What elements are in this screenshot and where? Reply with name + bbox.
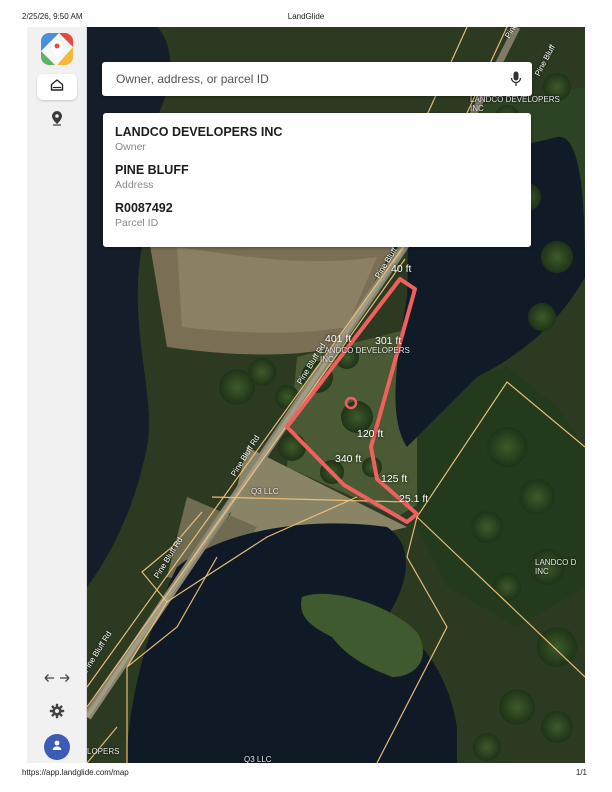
measurement-label: 25.1 ft — [399, 493, 429, 505]
owner-label: LANDCO D INC — [535, 558, 577, 576]
print-page-number: 1/1 — [575, 768, 587, 777]
measurement-label: 301 ft — [375, 335, 402, 347]
settings-button[interactable] — [37, 700, 77, 726]
nav-location-button[interactable] — [37, 107, 77, 133]
owner-label: Q3 LLC — [244, 755, 272, 763]
landglide-logo[interactable] — [41, 33, 73, 65]
address-value: PINE BLUFF — [115, 163, 189, 177]
location-pin-icon — [50, 110, 64, 131]
print-url: https://app.landglide.com/map — [22, 768, 129, 777]
gear-icon — [49, 703, 65, 724]
owner-label: LANDCO DEVELOPERS INC — [470, 95, 560, 113]
expand-arrows-icon — [43, 671, 71, 690]
sidebar — [27, 27, 87, 763]
owner-label: Q3 LLC — [251, 487, 279, 496]
address-label: Address — [115, 179, 154, 191]
owner-label: Owner — [115, 141, 146, 153]
owner-label: LANDCO DEVELOPERS INC — [320, 346, 410, 364]
parcel-id-label: Parcel ID — [115, 217, 159, 229]
owner-value: LANDCO DEVELOPERS INC — [115, 125, 283, 139]
print-footer: https://app.landglide.com/map 1/1 — [0, 768, 612, 782]
nav-home-button[interactable] — [37, 74, 77, 100]
measurement-label: 120 ft — [357, 428, 384, 440]
user-icon — [51, 738, 63, 756]
print-header: 2/25/26, 9:50 AM LandGlide — [0, 12, 612, 26]
parcel-info-card[interactable]: LANDCO DEVELOPERS INC Owner PINE BLUFF A… — [103, 113, 531, 247]
measurement-label: 125 ft — [381, 473, 408, 485]
microphone-icon[interactable] — [510, 71, 522, 92]
owner-label: LOPERS — [87, 747, 120, 756]
landglide-app: Pine Bluff Pine Bluff Rd Pine Bluff Rd P… — [27, 27, 585, 763]
print-page-title: LandGlide — [287, 12, 325, 21]
home-icon — [49, 77, 65, 98]
measurement-label: 340 ft — [335, 453, 362, 465]
expand-sidebar-button[interactable] — [37, 667, 77, 693]
parcel-id-value: R0087492 — [115, 201, 173, 215]
measurement-label: 401 ft — [325, 333, 352, 345]
search-input[interactable] — [116, 72, 496, 86]
user-avatar-button[interactable] — [44, 734, 70, 760]
search-bar — [102, 62, 532, 96]
measurement-label: 40 ft — [391, 263, 412, 275]
